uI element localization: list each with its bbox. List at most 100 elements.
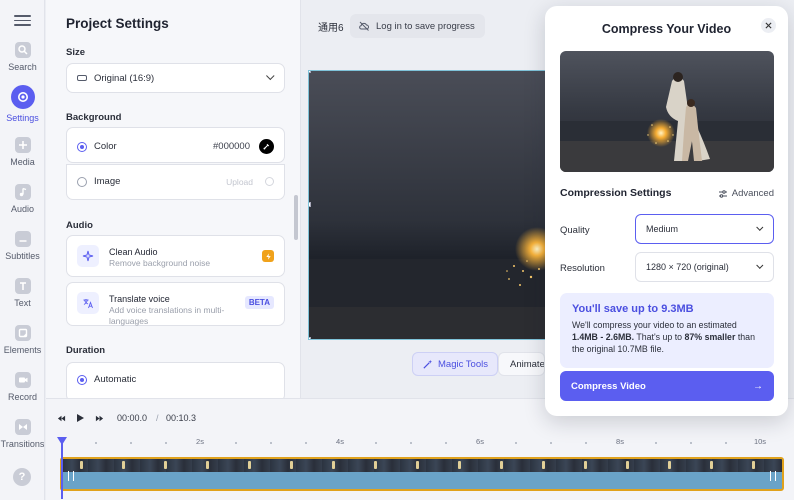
rail-label: Elements [3,345,42,355]
text-icon [14,278,31,294]
image-radio[interactable] [77,176,87,187]
automatic-label: Automatic [94,374,137,385]
rail-item-elements[interactable]: Elements [0,325,45,355]
magic-tools-label: Magic Tools [438,358,488,370]
timeline-ruler[interactable]: 2s 4s 6s 8s 10s [60,437,784,449]
aspect-ratio-icon [77,75,87,81]
chevron-down-icon [756,261,764,269]
rail-item-search[interactable]: Search [0,42,45,72]
color-radio[interactable] [77,141,87,152]
quality-label: Quality [560,225,590,236]
background-image-option[interactable]: Image Upload [66,164,285,200]
resize-handle[interactable] [309,337,311,339]
rail-item-subtitles[interactable]: Subtitles [0,231,45,261]
video-track-clip[interactable] [60,457,784,491]
arrow-right-icon: → [753,380,763,392]
modal-title: Compress Your Video [601,22,732,36]
clean-audio-card[interactable]: Clean Audio Remove background noise [66,235,285,277]
image-picker-icon[interactable] [265,177,274,186]
size-label: Size [66,47,86,58]
clip-trim-handle-left[interactable] [68,471,74,481]
rail-label: Transitions [0,439,45,449]
savings-description: We'll compress your video to an estimate… [572,320,755,354]
resize-handle[interactable] [309,202,311,207]
total-time: 00:10.3 [166,413,197,423]
project-settings-panel: Project Settings Size Original (16:9) Ba… [46,0,301,398]
rail-label: Record [7,392,37,402]
savings-title: You'll save up to 9.3MB [572,303,694,315]
sparkle-icon [77,245,99,267]
current-time: 00:00.0 [117,413,148,423]
rail-item-transitions[interactable]: Transitions [0,419,45,449]
clean-audio-subtitle: Remove background noise [109,258,211,268]
compress-video-button[interactable]: Compress Video → [560,371,774,401]
magic-tools-button[interactable]: Magic Tools [412,352,498,376]
quality-select[interactable]: Medium [635,214,774,244]
translate-voice-title: Translate voice [109,294,170,304]
record-icon [14,372,31,388]
resolution-select[interactable]: 1280 × 720 (original) [635,252,774,282]
compression-settings-heading: Compression Settings [560,187,672,199]
rail-item-media[interactable]: Media [0,137,45,167]
clip-thumbnails [62,459,782,472]
resize-handle[interactable] [309,71,311,73]
login-label: Log in to save progress [376,20,475,32]
elements-icon [14,325,31,341]
time-separator: / [156,413,159,423]
animate-label: Animate [510,358,545,370]
size-select[interactable]: Original (16:9) [66,63,285,93]
automatic-radio[interactable] [77,374,87,385]
tick-label: 10s [753,437,767,446]
help-icon[interactable]: ? [13,468,31,486]
close-icon[interactable] [761,18,776,33]
advanced-toggle[interactable]: Advanced [718,188,774,199]
color-picker-icon[interactable] [259,139,274,154]
translate-voice-card[interactable]: Translate voice Add voice translations i… [66,282,285,326]
rail-item-settings[interactable]: Settings [0,85,45,123]
subtitles-icon [14,231,31,247]
advanced-label: Advanced [731,188,774,199]
rail-label: Media [10,157,35,167]
rail-label: Subtitles [5,251,40,261]
compress-video-label: Compress Video [571,380,646,392]
rewind-icon[interactable] [56,411,66,425]
audio-icon [14,184,31,200]
beta-badge: BETA [244,296,274,309]
video-preview-image [309,71,547,339]
animate-button[interactable]: Animate [498,352,545,376]
tick-label: 2s [196,437,204,446]
panel-scrollbar[interactable] [294,195,298,240]
playhead[interactable] [57,437,67,499]
cloud-off-icon [359,21,369,31]
magic-wand-icon [423,359,433,369]
bolt-icon [262,250,274,262]
rail-item-audio[interactable]: Audio [0,184,45,214]
chevron-down-icon [756,223,764,231]
rail-item-text[interactable]: Text [0,278,45,308]
rail-label: Search [8,62,37,72]
transitions-icon [14,419,31,435]
duration-automatic-option[interactable]: Automatic [66,362,285,398]
compress-video-modal: Compress Your Video Compression Settings… [545,6,788,416]
upload-button[interactable]: Upload [226,177,253,187]
resolution-value: 1280 × 720 (original) [646,262,729,272]
color-hex-value[interactable]: #000000 [213,141,250,152]
menu-icon[interactable] [14,12,31,29]
fast-forward-icon[interactable] [94,411,104,425]
clip-trim-handle-right[interactable] [770,471,776,481]
quality-value: Medium [646,224,679,234]
duration-label: Duration [66,345,106,356]
search-icon [14,42,31,58]
media-icon [14,137,31,153]
resolution-label: Resolution [560,263,605,274]
image-option-label: Image [94,176,121,187]
play-icon[interactable] [74,411,86,425]
rail-item-record[interactable]: Record [0,372,45,402]
login-to-save-button[interactable]: Log in to save progress [350,14,485,38]
video-canvas[interactable] [308,70,548,340]
background-color-option[interactable]: Color #000000 [66,127,285,163]
savings-info-box: You'll save up to 9.3MB We'll compress y… [560,293,774,368]
chevron-down-icon [266,71,275,81]
tick-label: 8s [616,437,624,446]
background-label: Background [66,112,122,123]
